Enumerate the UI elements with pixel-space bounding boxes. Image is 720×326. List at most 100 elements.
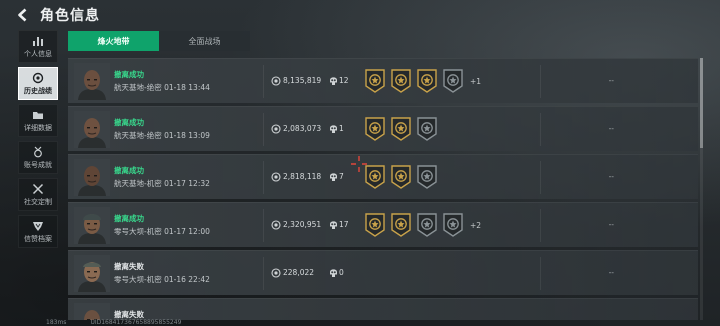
map-name: 零号大坝-机密 [114, 227, 162, 236]
match-time: 01-17 12:00 [164, 227, 210, 236]
coin-icon [271, 124, 281, 134]
divider [540, 65, 541, 98]
sidebar-item-archive[interactable]: 信赞档案 [18, 215, 58, 248]
sidebar-item-label: 历史战绩 [24, 86, 52, 95]
extra-value: -- [608, 124, 614, 133]
match-info: 航天基地-绝密 01-18 13:44 [114, 82, 210, 93]
folder-icon [33, 111, 43, 119]
divider [540, 257, 541, 290]
skull-icon [330, 269, 337, 277]
silver-medal-icon[interactable] [416, 117, 438, 141]
avatar [74, 207, 110, 244]
gold-medal-icon[interactable] [390, 117, 412, 141]
silver-medal-icon[interactable] [416, 213, 438, 237]
match-info: 航天基地-绝密 01-18 13:09 [114, 130, 210, 141]
sidebar-item-label: 社交定制 [24, 197, 52, 206]
coin-icon [271, 268, 281, 278]
gold-medal-icon[interactable] [390, 165, 412, 189]
gold-medal-icon[interactable] [364, 117, 386, 141]
divider [263, 113, 264, 146]
tab-full-battlefield[interactable]: 全面战场 [159, 31, 250, 51]
match-info: 航天基地-机密 01-17 12:32 [114, 178, 210, 189]
table-row[interactable]: 撤离成功 航天基地-机密 01-17 12:32 2,818,118 7 -- [68, 154, 698, 199]
shield-icon [33, 221, 43, 231]
silver-medal-icon[interactable] [442, 69, 464, 93]
more-badges-count[interactable]: +2 [470, 221, 481, 230]
header-bar: 角色信息 [0, 0, 720, 30]
extra-value: -- [608, 268, 614, 277]
sidebar-item-label: 信赞档案 [24, 234, 52, 243]
divider [540, 113, 541, 146]
crossed-tools-icon [32, 183, 44, 194]
table-row[interactable]: 撤离失败 [68, 298, 698, 320]
coin-value: 2,083,073 [283, 124, 322, 133]
kill-count: 12 [339, 76, 349, 85]
badge-list: +1 [364, 69, 481, 93]
match-status: 撤离成功 [114, 214, 144, 223]
gold-medal-icon[interactable] [364, 213, 386, 237]
footer-bar: 183ms UID168417367658895855249 [0, 318, 720, 326]
badge-list [364, 165, 442, 189]
avatar [74, 63, 110, 100]
map-name: 航天基地-机密 [114, 179, 162, 188]
avatar [74, 111, 110, 148]
sidebar-item-social[interactable]: 社交定制 [18, 178, 58, 211]
match-status: 撤离成功 [114, 70, 144, 79]
scrollbar[interactable] [700, 58, 703, 320]
back-arrow-icon[interactable] [12, 4, 34, 26]
match-time: 01-18 13:44 [164, 83, 210, 92]
avatar [74, 159, 110, 196]
match-status: 撤离成功 [114, 166, 144, 175]
kill-count: 1 [339, 124, 344, 133]
divider [263, 161, 264, 194]
page-title: 角色信息 [40, 8, 100, 24]
more-badges-count[interactable]: +1 [470, 77, 481, 86]
sidebar-item-personal-info[interactable]: 个人信息 [18, 30, 58, 63]
sidebar-item-label: 账号成就 [24, 160, 52, 169]
coin-icon [271, 76, 281, 86]
coin-icon [271, 220, 281, 230]
divider [263, 209, 264, 242]
gold-medal-icon[interactable] [364, 69, 386, 93]
extra-value: -- [608, 172, 614, 181]
skull-icon [330, 173, 337, 181]
gold-medal-icon[interactable] [390, 213, 412, 237]
sidebar-item-detailed-data[interactable]: 详细数据 [18, 104, 58, 137]
bar-chart-icon [33, 36, 43, 46]
crosshair-icon [351, 156, 367, 172]
match-status: 撤离失败 [114, 262, 144, 271]
divider [263, 65, 264, 98]
map-name: 航天基地-绝密 [114, 131, 162, 140]
gold-medal-icon[interactable] [364, 165, 386, 189]
table-row[interactable]: 撤离成功 零号大坝-机密 01-17 12:00 2,320,951 17 +2 -- [68, 202, 698, 247]
match-time: 01-18 13:09 [164, 131, 210, 140]
coin-value: 2,320,951 [283, 220, 322, 229]
map-name: 航天基地-绝密 [114, 83, 162, 92]
tab-beacon-zone[interactable]: 烽火地带 [68, 31, 159, 51]
sidebar-item-label: 详细数据 [24, 123, 52, 132]
avatar [74, 255, 110, 292]
scroll-thumb[interactable] [700, 58, 703, 148]
sidebar: 个人信息 历史战绩 详细数据 账号成就 社交定制 信赞档案 [18, 30, 60, 252]
sidebar-item-achievements[interactable]: 账号成就 [18, 141, 58, 174]
silver-medal-icon[interactable] [416, 165, 438, 189]
table-row[interactable]: 撤离失败 零号大坝-机密 01-16 22:42 228,022 0 -- [68, 250, 698, 295]
table-row[interactable]: 撤离成功 航天基地-绝密 01-18 13:09 2,083,073 1 -- [68, 106, 698, 151]
coin-icon [271, 172, 281, 182]
skull-icon [330, 221, 337, 229]
badge-list: +2 [364, 213, 481, 237]
uid-text: UID168417367658895855249 [90, 318, 182, 326]
skull-icon [330, 125, 337, 133]
skull-icon [330, 77, 337, 85]
gold-medal-icon[interactable] [416, 69, 438, 93]
sidebar-item-label: 个人信息 [24, 49, 52, 58]
map-name: 零号大坝-机密 [114, 275, 162, 284]
gold-medal-icon[interactable] [390, 69, 412, 93]
silver-medal-icon[interactable] [442, 213, 464, 237]
medal-icon [34, 146, 42, 157]
sidebar-item-history[interactable]: 历史战绩 [18, 67, 58, 100]
table-row[interactable]: 撤离成功 航天基地-绝密 01-18 13:44 8,135,819 12 +1 -- [68, 58, 698, 103]
divider [540, 209, 541, 242]
coin-value: 8,135,819 [283, 76, 322, 85]
kill-count: 17 [339, 220, 349, 229]
